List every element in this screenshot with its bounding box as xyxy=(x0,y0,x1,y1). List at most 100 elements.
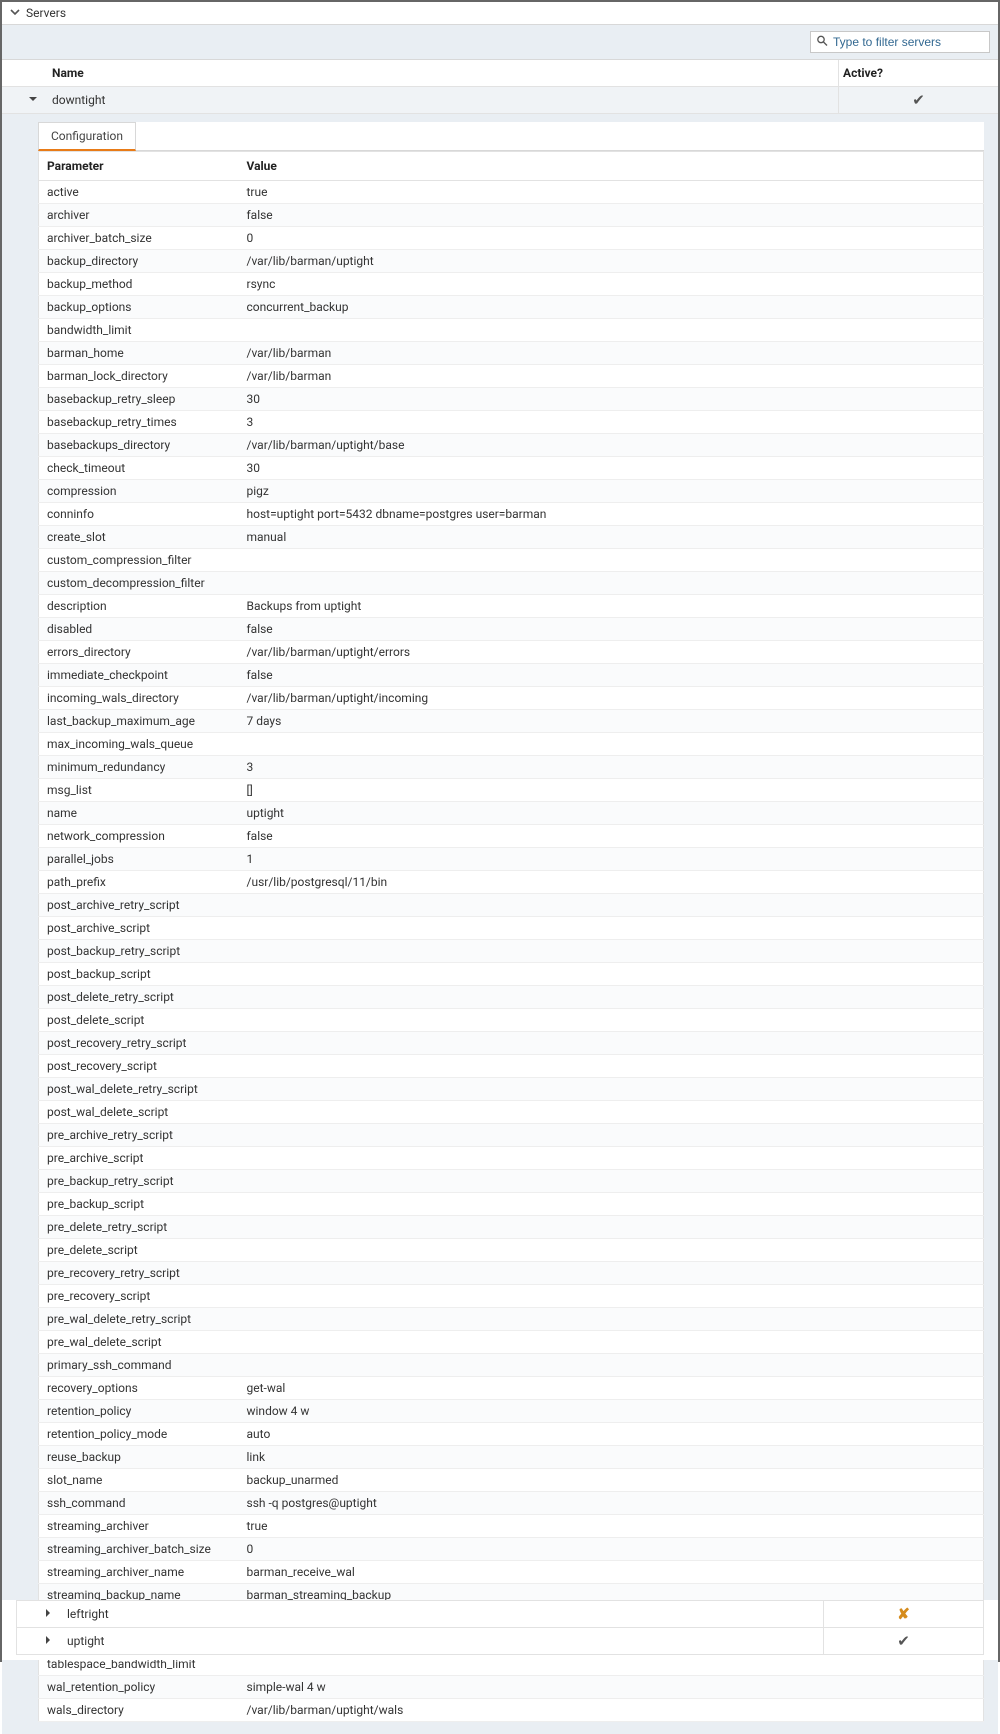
server-row-uptight[interactable]: uptight ✔ xyxy=(16,1627,984,1655)
table-row[interactable]: pre_delete_script xyxy=(39,1239,984,1262)
config-col-parameter[interactable]: Parameter xyxy=(39,152,239,181)
config-col-value[interactable]: Value xyxy=(239,152,984,181)
param-name: retention_policy xyxy=(39,1400,239,1423)
param-value xyxy=(239,1055,984,1078)
table-row[interactable]: post_delete_retry_script xyxy=(39,986,984,1009)
table-row[interactable]: post_recovery_script xyxy=(39,1055,984,1078)
param-name: post_delete_retry_script xyxy=(39,986,239,1009)
table-row[interactable]: post_delete_script xyxy=(39,1009,984,1032)
table-row[interactable]: wal_retention_policysimple-wal 4 w xyxy=(39,1676,984,1699)
column-name-header[interactable]: Name xyxy=(48,60,838,86)
table-row[interactable]: immediate_checkpointfalse xyxy=(39,664,984,687)
table-row[interactable]: backup_methodrsync xyxy=(39,273,984,296)
column-active-header[interactable]: Active? xyxy=(838,60,998,86)
table-row[interactable]: post_archive_retry_script xyxy=(39,894,984,917)
table-row[interactable]: compressionpigz xyxy=(39,480,984,503)
table-row[interactable]: post_archive_script xyxy=(39,917,984,940)
table-row[interactable]: streaming_archiver_batch_size0 xyxy=(39,1538,984,1561)
expand-toggle-icon[interactable] xyxy=(17,1634,63,1648)
table-row[interactable]: pre_recovery_script xyxy=(39,1285,984,1308)
table-row[interactable]: bandwidth_limit xyxy=(39,319,984,342)
table-row[interactable]: post_wal_delete_retry_script xyxy=(39,1078,984,1101)
param-value: backup_unarmed xyxy=(239,1469,984,1492)
table-row[interactable]: max_incoming_wals_queue xyxy=(39,733,984,756)
table-row[interactable]: barman_home/var/lib/barman xyxy=(39,342,984,365)
table-row[interactable]: pre_recovery_retry_script xyxy=(39,1262,984,1285)
table-row[interactable]: path_prefix/usr/lib/postgresql/11/bin xyxy=(39,871,984,894)
table-row[interactable]: disabledfalse xyxy=(39,618,984,641)
param-name: pre_delete_retry_script xyxy=(39,1216,239,1239)
param-name: check_timeout xyxy=(39,457,239,480)
table-row[interactable]: nameuptight xyxy=(39,802,984,825)
param-name: conninfo xyxy=(39,503,239,526)
table-row[interactable]: streaming_archivertrue xyxy=(39,1515,984,1538)
table-row[interactable]: pre_delete_retry_script xyxy=(39,1216,984,1239)
table-row[interactable]: archiver_batch_size0 xyxy=(39,227,984,250)
table-row[interactable]: reuse_backuplink xyxy=(39,1446,984,1469)
table-row[interactable]: descriptionBackups from uptight xyxy=(39,595,984,618)
table-row[interactable]: archiverfalse xyxy=(39,204,984,227)
table-row[interactable]: custom_compression_filter xyxy=(39,549,984,572)
table-row[interactable]: streaming_archiver_namebarman_receive_wa… xyxy=(39,1561,984,1584)
table-row[interactable]: check_timeout30 xyxy=(39,457,984,480)
table-row[interactable]: basebackup_retry_times3 xyxy=(39,411,984,434)
table-row[interactable]: last_backup_maximum_age7 days xyxy=(39,710,984,733)
param-value xyxy=(239,1170,984,1193)
table-row[interactable]: incoming_wals_directory/var/lib/barman/u… xyxy=(39,687,984,710)
param-name: backup_options xyxy=(39,296,239,319)
table-row[interactable]: post_backup_script xyxy=(39,963,984,986)
table-row[interactable]: pre_backup_script xyxy=(39,1193,984,1216)
table-row[interactable]: pre_wal_delete_script xyxy=(39,1331,984,1354)
table-row[interactable]: post_backup_retry_script xyxy=(39,940,984,963)
param-name: pre_delete_script xyxy=(39,1239,239,1262)
param-name: pre_wal_delete_retry_script xyxy=(39,1308,239,1331)
server-row-downtight[interactable]: downtight ✔ xyxy=(2,87,998,114)
table-row[interactable]: recovery_optionsget-wal xyxy=(39,1377,984,1400)
table-row[interactable]: slot_namebackup_unarmed xyxy=(39,1469,984,1492)
table-row[interactable]: pre_backup_retry_script xyxy=(39,1170,984,1193)
table-row[interactable]: minimum_redundancy3 xyxy=(39,756,984,779)
table-row[interactable]: post_recovery_retry_script xyxy=(39,1032,984,1055)
collapse-panel-icon[interactable] xyxy=(10,6,20,20)
table-row[interactable]: activetrue xyxy=(39,181,984,204)
table-row[interactable]: backup_optionsconcurrent_backup xyxy=(39,296,984,319)
table-row[interactable]: create_slotmanual xyxy=(39,526,984,549)
param-value xyxy=(239,894,984,917)
table-row[interactable]: msg_list[] xyxy=(39,779,984,802)
table-row[interactable]: pre_wal_delete_retry_script xyxy=(39,1308,984,1331)
param-name: immediate_checkpoint xyxy=(39,664,239,687)
param-value: pigz xyxy=(239,480,984,503)
param-name: pre_wal_delete_script xyxy=(39,1331,239,1354)
table-row[interactable]: basebackup_retry_sleep30 xyxy=(39,388,984,411)
table-row[interactable]: conninfohost=uptight port=5432 dbname=po… xyxy=(39,503,984,526)
param-name: post_backup_script xyxy=(39,963,239,986)
table-row[interactable]: custom_decompression_filter xyxy=(39,572,984,595)
param-value xyxy=(239,1009,984,1032)
table-row[interactable]: parallel_jobs1 xyxy=(39,848,984,871)
param-value xyxy=(239,940,984,963)
expand-toggle-icon[interactable] xyxy=(2,93,48,107)
param-name: streaming_archiver_batch_size xyxy=(39,1538,239,1561)
param-name: pre_archive_retry_script xyxy=(39,1124,239,1147)
server-row-leftright[interactable]: leftright ✘ xyxy=(16,1600,984,1628)
table-row[interactable]: pre_archive_script xyxy=(39,1147,984,1170)
table-row[interactable]: ssh_commandssh -q postgres@uptight xyxy=(39,1492,984,1515)
table-row[interactable]: wals_directory/var/lib/barman/uptight/wa… xyxy=(39,1699,984,1722)
table-row[interactable]: barman_lock_directory/var/lib/barman xyxy=(39,365,984,388)
param-name: post_recovery_retry_script xyxy=(39,1032,239,1055)
tab-configuration[interactable]: Configuration xyxy=(38,122,136,151)
table-row[interactable]: network_compressionfalse xyxy=(39,825,984,848)
param-value: /var/lib/barman/uptight/base xyxy=(239,434,984,457)
table-row[interactable]: basebackups_directory/var/lib/barman/upt… xyxy=(39,434,984,457)
table-row[interactable]: retention_policywindow 4 w xyxy=(39,1400,984,1423)
table-row[interactable]: primary_ssh_command xyxy=(39,1354,984,1377)
param-name: pre_backup_retry_script xyxy=(39,1170,239,1193)
table-row[interactable]: post_wal_delete_script xyxy=(39,1101,984,1124)
filter-servers-input[interactable] xyxy=(810,31,990,53)
expand-toggle-icon[interactable] xyxy=(17,1607,63,1621)
table-row[interactable]: errors_directory/var/lib/barman/uptight/… xyxy=(39,641,984,664)
table-row[interactable]: pre_archive_retry_script xyxy=(39,1124,984,1147)
table-row[interactable]: retention_policy_modeauto xyxy=(39,1423,984,1446)
table-row[interactable]: backup_directory/var/lib/barman/uptight xyxy=(39,250,984,273)
filter-wrap xyxy=(810,31,990,53)
